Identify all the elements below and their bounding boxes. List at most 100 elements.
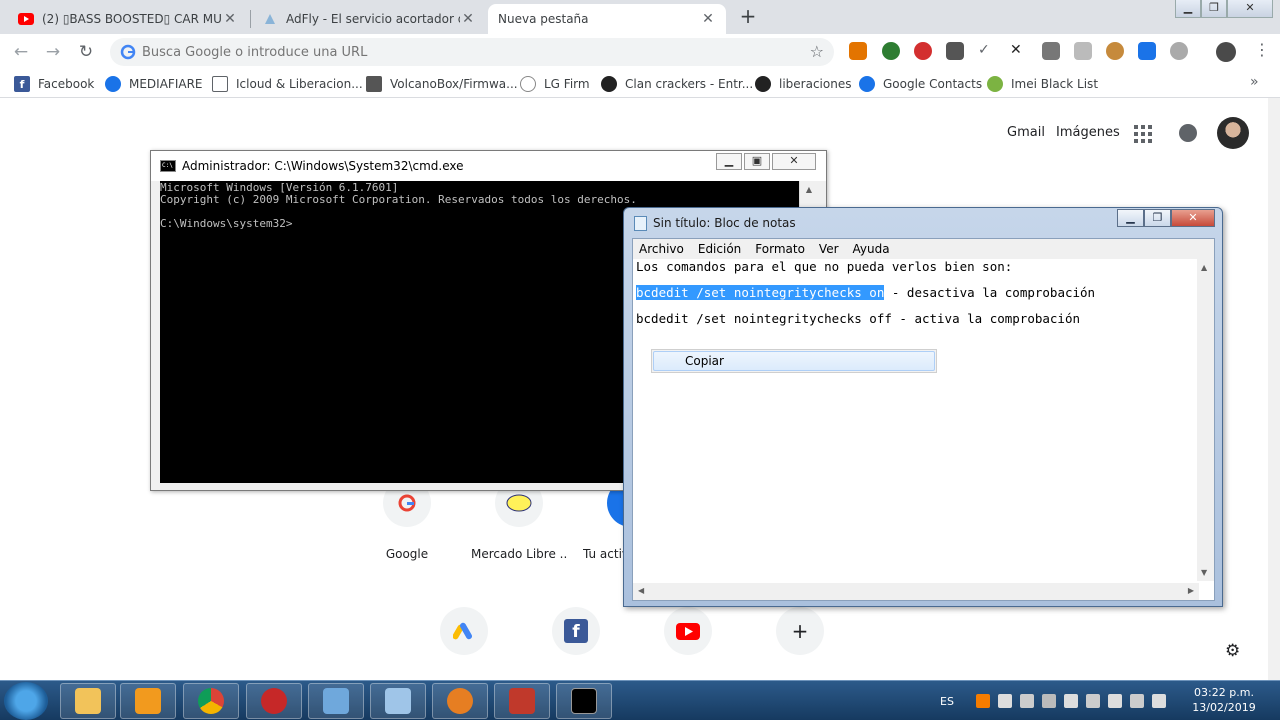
start-button[interactable] <box>4 682 48 720</box>
action-center-flag-icon[interactable] <box>1151 694 1166 708</box>
bookmark-star-icon[interactable]: ☆ <box>810 42 824 61</box>
tab-adfly[interactable]: AdFly - El servicio acortador de U ✕ <box>252 4 486 34</box>
extension-check-icon[interactable]: ✓ <box>978 42 996 60</box>
close-tab-icon[interactable]: ✕ <box>460 11 476 27</box>
scroll-down-icon[interactable]: ▼ <box>1201 568 1207 577</box>
volume-icon[interactable] <box>997 694 1012 708</box>
scroll-up-icon[interactable]: ▲ <box>800 181 818 198</box>
customize-gear-icon[interactable]: ⚙ <box>1225 641 1240 661</box>
close-window-button[interactable]: ✕ <box>1227 0 1273 18</box>
extension-globe-icon[interactable] <box>882 42 900 60</box>
minimize-button[interactable]: ▁ <box>1175 0 1201 18</box>
google-apps-icon[interactable] <box>1134 125 1152 143</box>
taskbar-gadget[interactable] <box>432 683 488 719</box>
reload-button[interactable]: ↻ <box>75 41 97 63</box>
taskbar-media-player[interactable] <box>120 683 176 719</box>
cmd-minimize-button[interactable]: ▁ <box>716 153 742 170</box>
context-menu-copy[interactable]: Copiar <box>653 351 935 371</box>
menu-archivo[interactable]: Archivo <box>639 242 684 256</box>
menu-ver[interactable]: Ver <box>819 242 839 256</box>
forward-button[interactable]: → <box>42 41 64 63</box>
bookmark-liberaciones[interactable]: liberaciones <box>755 76 851 92</box>
back-button[interactable]: ← <box>10 41 32 63</box>
language-indicator[interactable]: ES <box>940 695 954 708</box>
bookmark-volcanobox[interactable]: VolcanoBox/Firmwa... <box>366 76 518 92</box>
notifications-icon[interactable] <box>1179 124 1197 142</box>
add-shortcut-button[interactable]: + <box>752 607 848 655</box>
close-tab-icon[interactable]: ✕ <box>700 11 716 27</box>
tab-new-tab[interactable]: Nueva pestaña ✕ <box>488 4 726 34</box>
extension-cookie-icon[interactable] <box>1106 42 1124 60</box>
shortcut-google[interactable]: Google <box>359 479 455 561</box>
page-scrollbar[interactable] <box>1268 98 1280 680</box>
scroll-right-icon[interactable]: ▶ <box>1188 586 1194 595</box>
tab-youtube[interactable]: (2) ▯BASS BOOSTED▯ CAR MUSI ✕ <box>8 4 248 34</box>
cmd-close-button[interactable]: ✕ <box>772 153 816 170</box>
taskbar-chrome[interactable] <box>183 683 239 719</box>
new-tab-button[interactable]: + <box>736 5 760 29</box>
taskbar-clock[interactable]: 03:22 p.m. 13/02/2019 <box>1184 685 1264 715</box>
menu-edicion[interactable]: Edición <box>698 242 741 256</box>
extension-key-icon[interactable] <box>849 42 867 60</box>
scroll-left-icon[interactable]: ◀ <box>638 586 644 595</box>
notepad-text-area[interactable]: Los comandos para el que no pueda verlos… <box>635 259 1198 581</box>
cmd-titlebar[interactable]: C:\ Administrador: C:\Windows\System32\c… <box>151 151 826 181</box>
menu-ayuda[interactable]: Ayuda <box>853 242 890 256</box>
omnibox[interactable]: ☆ <box>110 38 834 66</box>
notepad-vertical-scrollbar[interactable]: ▲ ▼ <box>1197 259 1214 581</box>
signal-icon[interactable] <box>1107 694 1122 708</box>
cmd-maximize-button[interactable]: ▣ <box>744 153 770 170</box>
bookmarks-overflow-icon[interactable]: » <box>1250 74 1259 90</box>
bookmark-label: Google Contacts <box>883 77 983 91</box>
network-icon[interactable] <box>1019 694 1034 708</box>
gmail-link[interactable]: Gmail <box>1007 125 1045 140</box>
notepad-maximize-button[interactable]: ❐ <box>1144 209 1171 227</box>
address-input[interactable] <box>142 42 782 62</box>
tab-title: Nueva pestaña <box>498 12 589 26</box>
bookmark-icloud[interactable]: Icloud & Liberacion... <box>212 76 363 92</box>
restore-button[interactable]: ❐ <box>1201 0 1227 18</box>
tray-app-icon[interactable] <box>975 694 990 708</box>
notepad-horizontal-scrollbar[interactable]: ◀ ▶ <box>633 583 1199 600</box>
bookmark-label: MEDIAFIARE <box>129 77 203 91</box>
menu-formato[interactable]: Formato <box>755 242 805 256</box>
bookmark-lg-firm[interactable]: LG Firm <box>520 76 590 92</box>
bookmark-imei-black-list[interactable]: Imei Black List <box>987 76 1098 92</box>
speaker-icon[interactable] <box>1129 694 1144 708</box>
notepad-app-icon <box>634 216 647 231</box>
notepad-close-button[interactable]: ✕ <box>1171 209 1215 227</box>
taskbar-toolbox[interactable] <box>494 683 550 719</box>
scroll-up-icon[interactable]: ▲ <box>1201 263 1207 272</box>
bookmark-google-contacts[interactable]: Google Contacts <box>859 76 982 92</box>
images-link[interactable]: Imágenes <box>1056 125 1120 140</box>
shortcut-youtube[interactable] <box>640 607 736 655</box>
adblock-plus-icon[interactable] <box>914 42 932 60</box>
account-avatar[interactable] <box>1217 117 1249 149</box>
extension-gray-icon[interactable] <box>1074 42 1092 60</box>
taskbar-tool-app[interactable] <box>246 683 302 719</box>
tray-device-icon[interactable] <box>1085 694 1100 708</box>
shortcut-facebook[interactable]: f <box>528 607 624 655</box>
taskbar-explorer[interactable] <box>60 683 116 719</box>
taskbar-notepad[interactable] <box>370 683 426 719</box>
taskbar-cmd[interactable] <box>556 683 612 719</box>
shortcut-mercado-libre[interactable]: Mercado Libre ... <box>471 479 567 561</box>
chrome-menu-icon[interactable]: ⋮ <box>1254 40 1270 59</box>
extension-compass-icon[interactable] <box>1170 42 1188 60</box>
taskbar-control-panel[interactable] <box>308 683 364 719</box>
close-tab-icon[interactable]: ✕ <box>222 11 238 27</box>
bookmark-mediafire[interactable]: MEDIAFIARE <box>105 76 203 92</box>
selected-text[interactable]: bcdedit /set nointegritychecks on <box>636 285 885 300</box>
extension-chat-icon[interactable] <box>1042 42 1060 60</box>
bluetooth-icon[interactable] <box>1063 694 1078 708</box>
bookmark-clan-crackers[interactable]: Clan crackers - Entr... <box>601 76 753 92</box>
profile-avatar[interactable] <box>1216 42 1236 62</box>
extension-blue-icon[interactable] <box>1138 42 1156 60</box>
extension-download-icon[interactable] <box>946 42 964 60</box>
tray-generic-icon[interactable] <box>1041 694 1056 708</box>
extension-x-icon[interactable]: ✕ <box>1010 42 1028 60</box>
bookmark-facebook[interactable]: f Facebook <box>14 76 94 92</box>
shortcut-ads[interactable] <box>416 607 512 655</box>
shortcut-tu-actividad[interactable]: Tu activ <box>583 479 623 561</box>
notepad-minimize-button[interactable]: ▁ <box>1117 209 1144 227</box>
